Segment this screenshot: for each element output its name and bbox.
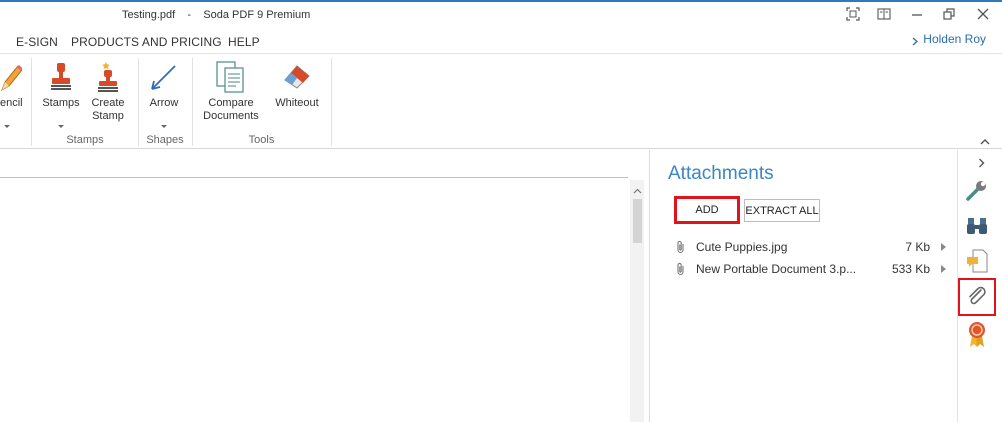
menu-help[interactable]: HELP	[228, 35, 260, 49]
compare-documents-icon	[215, 60, 247, 97]
attachment-name: Cute Puppies.jpg	[696, 240, 788, 254]
compare-label-line-2: Documents	[203, 110, 259, 122]
expand-arrow-icon[interactable]	[941, 265, 946, 273]
window-title: Testing.pdf - Soda PDF 9 Premium	[122, 9, 311, 21]
group-separator	[31, 58, 32, 146]
reading-mode-icon[interactable]	[877, 7, 893, 21]
whiteout-icon	[281, 62, 313, 93]
group-separator	[331, 58, 332, 146]
fullscreen-icon[interactable]	[846, 7, 862, 21]
create-stamp-button[interactable]: Create Stamp	[86, 97, 130, 123]
group-separator	[192, 58, 193, 146]
compare-documents-button[interactable]: Compare Documents	[200, 97, 262, 123]
user-arrow-icon	[912, 35, 918, 49]
attachments-panel: Attachments ADD EXTRACT ALL Cute Puppies…	[650, 150, 957, 422]
group-label-tools: Tools	[248, 134, 275, 146]
restore-icon[interactable]	[942, 7, 958, 21]
expand-arrow-icon[interactable]	[941, 243, 946, 251]
comment-page-icon[interactable]	[965, 248, 989, 273]
minimize-icon[interactable]	[910, 7, 926, 21]
compare-label-line-1: Compare	[208, 97, 254, 109]
create-stamp-icon	[95, 60, 121, 95]
menu-products-and-pricing[interactable]: PRODUCTS AND PRICING	[71, 35, 222, 49]
document-page-edge	[0, 177, 628, 178]
title-bar: Testing.pdf - Soda PDF 9 Premium	[0, 0, 1002, 28]
arrow-button[interactable]: Arrow	[143, 97, 185, 110]
scroll-up-icon[interactable]	[633, 183, 642, 197]
create-stamp-label-line-1: Create	[91, 97, 125, 109]
binoculars-icon[interactable]	[965, 214, 989, 238]
panel-title: Attachments	[668, 163, 774, 184]
document-view[interactable]	[0, 150, 649, 422]
expand-panel-icon[interactable]	[978, 157, 985, 171]
group-label-stamps: Stamps	[66, 134, 104, 146]
attachment-size: 7 Kb	[905, 240, 930, 254]
arrow-icon	[149, 62, 179, 95]
whiteout-button[interactable]: Whiteout	[266, 97, 328, 110]
stamps-dropdown-icon[interactable]	[58, 125, 64, 128]
attachment-row[interactable]: New Portable Document 3.p... 533 Kb	[676, 260, 948, 280]
paperclip-icon	[676, 240, 686, 257]
user-account-link[interactable]: Holden Roy	[923, 32, 986, 46]
add-attachment-button[interactable]: ADD	[674, 196, 740, 224]
attachment-name: New Portable Document 3.p...	[696, 262, 857, 276]
wrench-icon[interactable]	[965, 178, 989, 202]
paperclip-icon	[676, 262, 686, 279]
right-sidebar	[957, 150, 1002, 422]
pencil-button[interactable]: encil	[0, 97, 24, 110]
create-stamp-label-line-2: Stamp	[92, 110, 124, 122]
group-separator	[138, 58, 139, 146]
attachment-row[interactable]: Cute Puppies.jpg 7 Kb	[676, 238, 948, 258]
certificate-icon[interactable]	[965, 320, 989, 347]
menu-bar: E-SIGN PRODUCTS AND PRICING HELP Holden …	[0, 28, 1002, 54]
pencil-icon	[0, 62, 24, 95]
stamp-icon	[49, 62, 73, 95]
extract-all-button[interactable]: EXTRACT ALL	[744, 199, 820, 222]
stamps-button[interactable]: Stamps	[38, 97, 84, 110]
group-label-shapes: Shapes	[146, 134, 184, 146]
menu-e-sign[interactable]: E-SIGN	[16, 35, 58, 49]
attachment-size: 533 Kb	[891, 262, 930, 276]
collapse-ribbon-icon[interactable]	[980, 134, 990, 148]
scrollbar-thumb[interactable]	[633, 199, 642, 243]
close-icon[interactable]	[976, 7, 992, 21]
paperclip-icon[interactable]	[965, 284, 989, 308]
ribbon-toolbar: encil Stamps Create Stamp Stamps Arrow S…	[0, 54, 1002, 149]
pencil-dropdown-icon[interactable]	[4, 125, 10, 128]
arrow-dropdown-icon[interactable]	[161, 125, 167, 128]
